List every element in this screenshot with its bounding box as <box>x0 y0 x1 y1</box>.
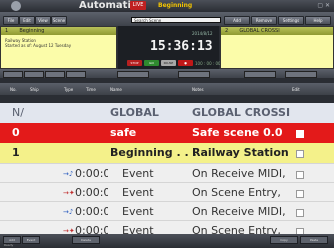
bottom-paste-button[interactable]: Paste <box>300 236 328 244</box>
scene-info-panel-left: 1 Beginning Railway Station Started as o… <box>0 26 117 69</box>
row-no: 0 <box>12 126 20 139</box>
bottom-event-button[interactable]: Event <box>22 236 40 244</box>
secondary-button-4[interactable] <box>66 71 86 78</box>
table-row-event[interactable]: →♪ 0:00:0( Event On Receive MIDI, <box>0 201 334 221</box>
clock-time: 15:36:13 <box>150 39 213 54</box>
panel-right-header: 2 GLOBAL CROSSI <box>221 27 333 35</box>
table-row-event[interactable]: →✦ 0:00:0( Event On Scene Entry, <box>0 220 334 234</box>
secondary-button-2[interactable] <box>24 71 44 78</box>
toolbar-scene-button[interactable]: Scene <box>51 16 67 25</box>
row-time: 0:00:0( <box>75 186 108 199</box>
toolbar-help-button[interactable]: Help <box>305 16 331 25</box>
row-time: 0:00:0( <box>75 224 108 234</box>
scene-search-input[interactable]: Search Scene <box>131 17 221 23</box>
row-notes: On Receive MIDI, <box>192 167 286 180</box>
col-header-edit[interactable]: Edit <box>292 87 300 92</box>
clock-counter: 100 : 00 : 00 <box>195 61 221 66</box>
current-scene-title: Beginning <box>158 2 193 9</box>
midi-event-icon: →♪ <box>63 170 74 178</box>
secondary-button-3[interactable] <box>45 71 65 78</box>
stop-button[interactable]: STOP <box>127 60 142 66</box>
table-row-safe[interactable]: 0 safe Safe scene 0.0 <box>0 123 334 143</box>
table-header <box>0 83 334 95</box>
scene-info-panel-right: 2 GLOBAL CROSSI <box>220 26 334 69</box>
row-notes: On Receive MIDI, <box>192 205 286 218</box>
row-name: safe <box>110 126 137 139</box>
row-name: Event <box>122 186 154 199</box>
row-name: GLOBAL <box>110 106 159 119</box>
row-time: 0:00:0( <box>75 167 108 180</box>
panel-left-number: 1 <box>5 28 9 34</box>
row-notes: Safe scene 0.0 <box>192 126 283 139</box>
toolbar-edit-button[interactable]: Edit <box>19 16 35 25</box>
toolbar-remove-button[interactable]: Remove <box>251 16 277 25</box>
row-notes: GLOBAL CROSSI <box>192 106 291 119</box>
panel-left-heading: Beginning <box>19 28 45 34</box>
table-row-beginning[interactable]: 1 Beginning . . . Railway Station <box>0 143 334 163</box>
live-badge: LIVE <box>130 1 146 10</box>
row-no: N/ <box>12 106 24 119</box>
row-time: 0:00:0( <box>75 205 108 218</box>
toolbar-view-button[interactable]: View <box>35 16 51 25</box>
row-no: 1 <box>12 146 20 159</box>
row-name: Beginning . . . <box>110 146 197 159</box>
col-header-ship[interactable]: Ship <box>30 87 39 92</box>
pause-button[interactable]: PAUSE <box>161 60 176 66</box>
panel-left-line2: Started as of: August 12 Tuesday <box>5 43 72 48</box>
panel-left-header: 1 Beginning <box>1 27 116 35</box>
table-row-event[interactable]: →✦ 0:00:0( Event On Scene Entry, <box>0 182 334 202</box>
row-name: Event <box>122 224 154 234</box>
app-logo-icon <box>11 1 21 11</box>
row-name: Event <box>122 167 154 180</box>
col-header-notes[interactable]: Notes <box>192 87 204 92</box>
bottom-copy-button[interactable]: Copy <box>270 236 298 244</box>
status-text: Ready <box>4 243 14 247</box>
toolbar-add-button[interactable]: Add <box>224 16 250 25</box>
row-edit-checkbox[interactable] <box>296 171 304 179</box>
row-edit-checkbox[interactable] <box>296 150 304 158</box>
go-button[interactable]: GO <box>144 60 159 66</box>
row-notes: On Scene Entry, <box>192 224 281 234</box>
row-notes: Railway Station <box>192 146 289 159</box>
record-button[interactable]: ● <box>178 60 193 66</box>
bottom-delete-button[interactable]: Delete <box>72 236 100 244</box>
toolbar-file-button[interactable]: File <box>3 16 19 25</box>
panel-left-body: Railway Station Started as of: August 12… <box>5 38 71 48</box>
row-edit-checkbox[interactable] <box>296 130 304 138</box>
row-name: Event <box>122 205 154 218</box>
row-edit-checkbox[interactable] <box>296 209 304 217</box>
midi-event-icon: →♪ <box>63 208 74 216</box>
row-notes: On Scene Entry, <box>192 186 281 199</box>
col-header-no[interactable]: No. <box>10 87 17 92</box>
toolbar-settings-button[interactable]: Settings <box>278 16 304 25</box>
window-controls-icon[interactable]: ▢ ✕ <box>317 2 330 9</box>
row-edit-checkbox[interactable] <box>296 190 304 198</box>
col-header-time[interactable]: Time <box>86 87 96 92</box>
secondary-button-1[interactable] <box>3 71 23 78</box>
scene-entry-icon: →✦ <box>63 227 75 234</box>
secondary-button-8[interactable] <box>285 71 317 78</box>
clock-date: 2014/8/12 <box>192 31 213 36</box>
panel-right-number: 2 <box>225 28 229 34</box>
scene-entry-icon: →✦ <box>63 189 75 197</box>
panel-right-heading: GLOBAL CROSSI <box>239 28 280 34</box>
secondary-button-7[interactable] <box>244 71 276 78</box>
secondary-button-5[interactable] <box>117 71 149 78</box>
table-row-event[interactable]: →♪ 0:00:0( Event On Receive MIDI, <box>0 163 334 183</box>
col-header-name[interactable]: Name <box>110 87 122 92</box>
table-row-global[interactable]: N/ GLOBAL GLOBAL CROSSI <box>0 103 334 123</box>
col-header-type[interactable]: Type <box>64 87 73 92</box>
secondary-button-6[interactable] <box>178 71 210 78</box>
